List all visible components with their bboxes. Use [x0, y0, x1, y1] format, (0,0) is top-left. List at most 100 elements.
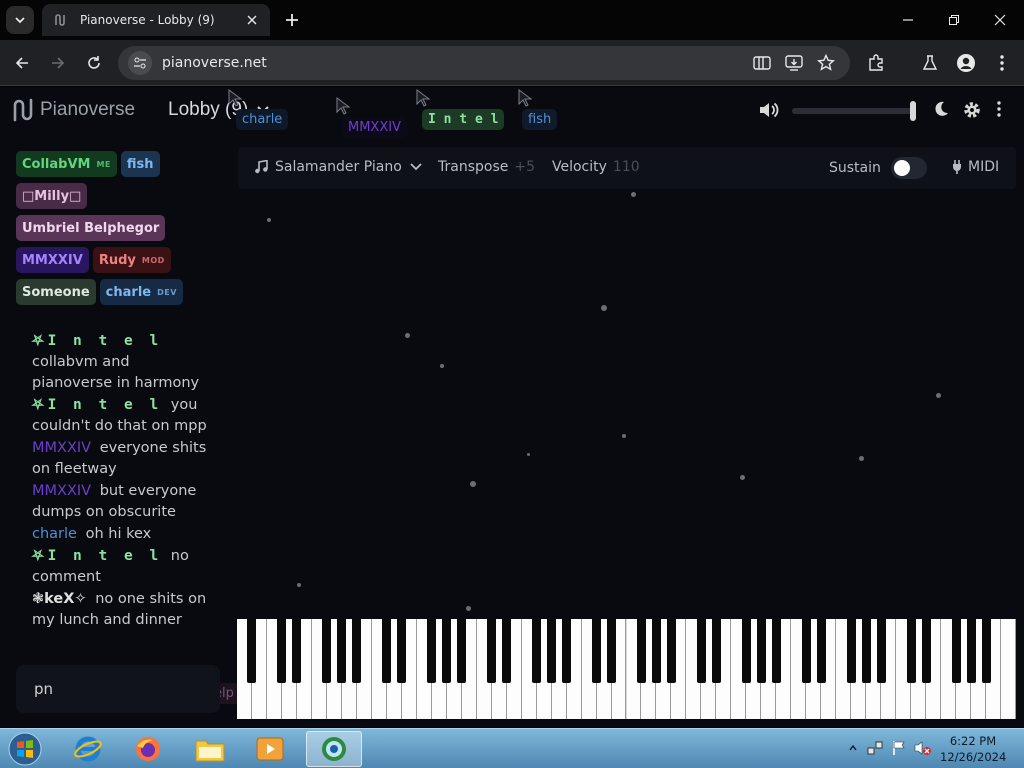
- system-clock[interactable]: 6:22 PM 12/26/2024: [940, 733, 1006, 765]
- user-badge[interactable]: fish: [120, 151, 160, 177]
- piano-black-key[interactable]: [951, 619, 961, 683]
- piano-black-key[interactable]: [756, 619, 766, 683]
- midi-button[interactable]: MIDI: [952, 159, 999, 175]
- piano-black-key[interactable]: [711, 619, 721, 683]
- chevron-down-icon: [15, 17, 25, 24]
- user-badge[interactable]: Someone: [16, 279, 96, 305]
- reading-mode-icon[interactable]: [750, 51, 774, 75]
- chat-author: ⛧I n t e l: [32, 397, 163, 413]
- piano-black-key[interactable]: [547, 619, 557, 683]
- piano-black-key[interactable]: [696, 619, 706, 683]
- address-bar[interactable]: pianoverse.net: [118, 46, 850, 80]
- forward-button[interactable]: [44, 49, 72, 77]
- firefox-taskbar-icon[interactable]: [120, 731, 176, 767]
- piano-black-key[interactable]: [876, 619, 886, 683]
- close-icon: [994, 14, 1006, 26]
- settings-gear-icon[interactable]: [962, 100, 982, 120]
- piano-black-key[interactable]: [382, 619, 392, 683]
- chat-input[interactable]: pn: [16, 665, 220, 713]
- piano-black-key[interactable]: [247, 619, 257, 683]
- chat-text: oh hi kex: [85, 526, 152, 542]
- piano-black-key[interactable]: [771, 619, 781, 683]
- piano-black-key[interactable]: [562, 619, 572, 683]
- piano-black-key[interactable]: [981, 619, 991, 683]
- media-player-taskbar-icon[interactable]: [242, 731, 298, 767]
- piano-keyboard[interactable]: [237, 619, 1016, 719]
- user-badge[interactable]: Umbriel Belphegor: [16, 215, 166, 241]
- app-menu-icon[interactable]: [996, 100, 1002, 118]
- chat-message: ❃keX✧ no one shits on my lunch and dinne…: [32, 589, 212, 631]
- sustain-toggle[interactable]: [890, 157, 927, 179]
- piano-black-key[interactable]: [906, 619, 916, 683]
- piano-black-key[interactable]: [816, 619, 826, 683]
- piano-controls-bar: Salamander Piano Transpose +5 Velocity 1…: [238, 147, 1016, 189]
- velocity-control[interactable]: Velocity 110: [552, 159, 640, 175]
- instrument-select[interactable]: Salamander Piano: [254, 159, 422, 175]
- reload-button[interactable]: [80, 49, 108, 77]
- restore-button[interactable]: [936, 6, 972, 34]
- piano-black-key[interactable]: [636, 619, 646, 683]
- piano-black-key[interactable]: [337, 619, 347, 683]
- volume-icon[interactable]: [758, 100, 780, 120]
- extensions-icon[interactable]: [864, 51, 888, 75]
- site-settings-icon[interactable]: [128, 51, 152, 75]
- piano-black-key[interactable]: [397, 619, 407, 683]
- piano-black-key[interactable]: [921, 619, 931, 683]
- volume-slider[interactable]: [792, 101, 916, 121]
- install-app-icon[interactable]: [782, 51, 806, 75]
- user-badge[interactable]: □Milly□: [16, 183, 88, 209]
- user-badge[interactable]: charle DEV: [99, 279, 183, 305]
- piano-black-key[interactable]: [427, 619, 437, 683]
- piano-black-key[interactable]: [277, 619, 287, 683]
- volume-thumb[interactable]: [910, 101, 916, 121]
- piano-black-key[interactable]: [502, 619, 512, 683]
- browser-menu-icon[interactable]: [990, 51, 1014, 75]
- tab-search-button[interactable]: [6, 6, 34, 34]
- back-button[interactable]: [8, 49, 36, 77]
- particle-dot: [631, 192, 636, 197]
- user-name: CollabVM: [22, 156, 91, 172]
- piano-black-key[interactable]: [607, 619, 616, 683]
- internet-explorer-taskbar-icon[interactable]: [60, 731, 116, 767]
- file-explorer-taskbar-icon[interactable]: [182, 731, 238, 767]
- minimize-button[interactable]: [890, 6, 926, 34]
- user-badge[interactable]: Rudy MOD: [92, 247, 171, 273]
- new-tab-button[interactable]: [280, 8, 304, 32]
- close-window-button[interactable]: [982, 6, 1018, 34]
- piano-black-key[interactable]: [666, 619, 676, 683]
- piano-black-key[interactable]: [966, 619, 976, 683]
- sustain-control[interactable]: Sustain: [829, 157, 927, 179]
- volume-muted-icon[interactable]: [914, 739, 932, 757]
- show-hidden-icons-icon[interactable]: [844, 739, 862, 757]
- piano-black-key[interactable]: [846, 619, 856, 683]
- piano-black-key[interactable]: [801, 619, 811, 683]
- piano-black-key[interactable]: [322, 619, 332, 683]
- piano-black-key[interactable]: [457, 619, 467, 683]
- piano-black-key[interactable]: [487, 619, 497, 683]
- collabvm-taskbar-icon[interactable]: [306, 731, 362, 767]
- chat-input-value: pn: [34, 680, 54, 698]
- piano-black-key[interactable]: [352, 619, 362, 683]
- chat-text: collabvm and pianoverse in harmony: [32, 354, 200, 391]
- network-icon[interactable]: [866, 739, 884, 757]
- user-badge[interactable]: CollabVM ME: [16, 151, 117, 177]
- piano-black-key[interactable]: [292, 619, 302, 683]
- piano-black-key[interactable]: [442, 619, 452, 683]
- piano-black-key[interactable]: [592, 619, 602, 683]
- browser-tab[interactable]: Pianoverse - Lobby (9): [42, 4, 270, 36]
- labs-flask-icon[interactable]: [918, 51, 942, 75]
- action-center-flag-icon[interactable]: [890, 739, 908, 757]
- pianoverse-logo[interactable]: Pianoverse: [12, 98, 135, 122]
- profile-avatar-icon[interactable]: [954, 51, 978, 75]
- transpose-control[interactable]: Transpose +5: [438, 159, 535, 175]
- bookmark-star-icon[interactable]: [814, 51, 838, 75]
- dark-mode-moon-icon[interactable]: [932, 100, 950, 118]
- piano-black-key[interactable]: [861, 619, 871, 683]
- close-tab-icon[interactable]: [242, 10, 262, 30]
- piano-black-key[interactable]: [532, 619, 542, 683]
- piano-black-key[interactable]: [741, 619, 751, 683]
- piano-white-key[interactable]: [1001, 619, 1016, 719]
- piano-black-key[interactable]: [651, 619, 661, 683]
- start-button[interactable]: [4, 731, 46, 767]
- user-badge[interactable]: MMXXIV: [16, 247, 89, 273]
